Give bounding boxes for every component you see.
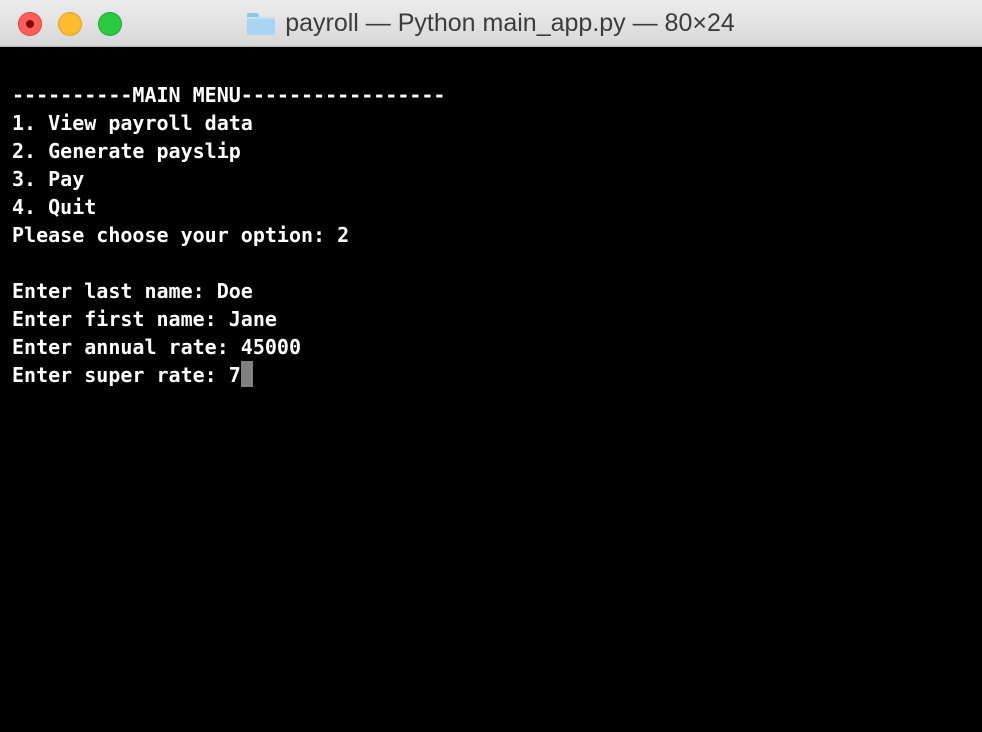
terminal-view[interactable]: ----------MAIN MENU----------------- 1. … xyxy=(0,47,982,732)
first-name-prompt: Enter first name: Jane xyxy=(12,307,277,331)
title-bar[interactable]: payroll — Python main_app.py — 80×24 xyxy=(0,0,982,47)
last-name-prompt: Enter last name: Doe xyxy=(12,279,253,303)
menu-option-generate-payslip: 2. Generate payslip xyxy=(12,139,241,163)
option-prompt: Please choose your option: 2 xyxy=(12,223,350,247)
window-title: payroll — Python main_app.py — 80×24 xyxy=(285,9,735,37)
super-rate-line[interactable]: Enter super rate: 7 xyxy=(12,361,445,389)
menu-option-quit: 4. Quit xyxy=(12,195,97,219)
terminal-output: ----------MAIN MENU----------------- 1. … xyxy=(12,81,445,389)
menu-option-pay: 3. Pay xyxy=(12,167,85,191)
menu-option-view-payroll: 1. View payroll data xyxy=(12,111,253,135)
terminal-window: payroll — Python main_app.py — 80×24 ---… xyxy=(0,0,982,732)
annual-rate-prompt: Enter annual rate: 45000 xyxy=(12,335,301,359)
menu-header: ----------MAIN MENU----------------- xyxy=(12,83,446,107)
folder-icon xyxy=(247,12,276,35)
text-cursor xyxy=(240,361,253,387)
super-rate-prompt: Enter super rate: 7 xyxy=(12,363,241,387)
window-title-group: payroll — Python main_app.py — 80×24 xyxy=(0,0,982,47)
